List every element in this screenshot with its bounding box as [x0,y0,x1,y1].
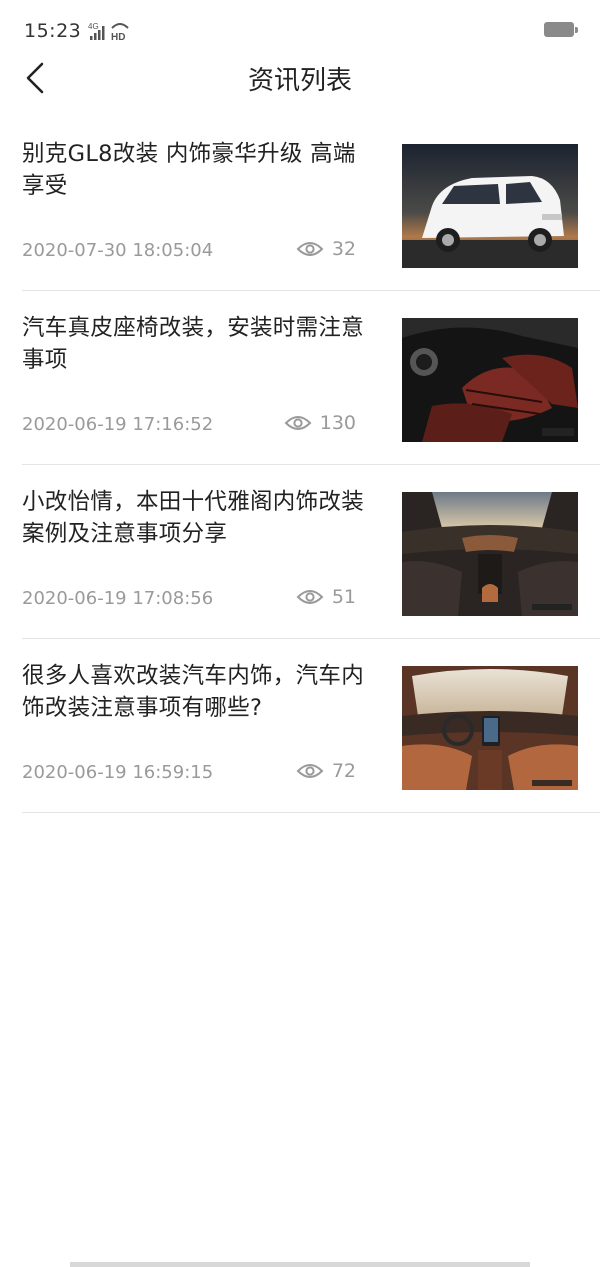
leather-seats-image [402,318,578,442]
car-exterior-image [402,144,578,268]
news-title: 别克GL8改装 内饰豪华升级 高端享受 [22,141,356,199]
view-count: 72 [296,760,356,782]
car-interior-image [402,492,578,616]
news-date: 2020-06-19 17:08:56 [22,588,214,609]
network-label: 4G [88,22,99,31]
view-count-value: 130 [319,412,356,434]
status-time: 15:23 [24,20,82,42]
view-count-value: 72 [331,760,356,782]
view-count: 51 [296,586,356,608]
eye-icon [296,242,324,256]
news-date: 2020-06-19 16:59:15 [22,762,214,783]
news-title: 很多人喜欢改装汽车内饰，汽车内饰改装注意事项有哪些? [22,663,365,721]
news-date: 2020-06-19 17:16:52 [22,414,214,435]
view-count: 32 [296,238,356,260]
news-thumbnail[interactable] [402,492,578,616]
battery-icon [544,22,578,37]
signal-icon: 4G HD [88,22,129,42]
news-thumbnail[interactable] [402,144,578,268]
news-date: 2020-07-30 18:05:04 [22,240,214,261]
eye-icon [296,764,324,778]
news-item[interactable]: 小改怡情，本田十代雅阁内饰改装案例及注意事项分享 2020-06-19 17:0… [22,464,600,639]
view-count-value: 32 [331,238,356,260]
minivan-interior-image [402,666,578,790]
view-count-value: 51 [331,586,356,608]
view-count: 130 [284,412,356,434]
nav-bar: 资讯列表 [0,50,600,106]
eye-icon [284,416,312,430]
news-thumbnail[interactable] [402,666,578,790]
news-thumbnail[interactable] [402,318,578,442]
eye-icon [296,590,324,604]
home-indicator [70,1262,530,1267]
news-title: 汽车真皮座椅改装，安装时需注意事项 [22,315,365,373]
page-title: 资讯列表 [247,66,352,96]
news-item[interactable]: 别克GL8改装 内饰豪华升级 高端享受 2020-07-30 18:05:04 … [22,116,600,291]
news-item[interactable]: 汽车真皮座椅改装，安装时需注意事项 2020-06-19 17:16:52 13… [22,290,600,465]
hd-label: HD [111,32,125,42]
news-title: 小改怡情，本田十代雅阁内饰改装案例及注意事项分享 [22,489,365,547]
news-item[interactable]: 很多人喜欢改装汽车内饰，汽车内饰改装注意事项有哪些? 2020-06-19 16… [22,638,600,813]
